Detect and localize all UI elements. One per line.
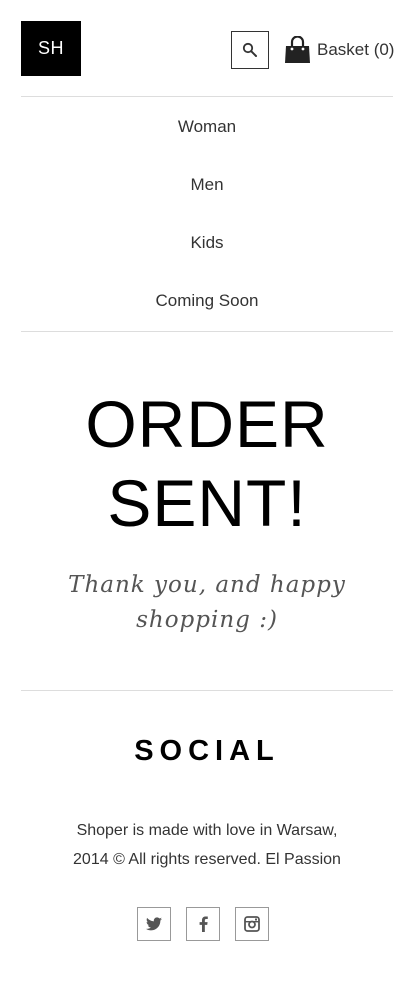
twitter-icon (146, 917, 162, 931)
social-heading: SOCIAL (134, 735, 280, 767)
nav-item-woman[interactable]: Woman (0, 98, 414, 156)
footer-divider (21, 690, 393, 691)
nav-item-label: Men (190, 175, 224, 194)
basket-label: Basket (0) (317, 40, 395, 59)
nav-item-men[interactable]: Men (0, 156, 414, 214)
footer-line-1: Shoper is made with love in Warsaw, (76, 822, 338, 839)
twitter-link[interactable] (137, 907, 171, 941)
heading-line-2: SENT! (107, 466, 307, 540)
search-button[interactable] (231, 31, 269, 69)
message-line-2: shopping :) (136, 607, 278, 633)
header-divider (21, 96, 393, 97)
nav-item-coming-soon[interactable]: Coming Soon (0, 272, 414, 330)
facebook-link[interactable] (186, 907, 220, 941)
search-icon (242, 42, 257, 57)
nav-item-label: Coming Soon (155, 291, 259, 310)
heading-line-1: ORDER (85, 387, 329, 461)
message-line-1: Thank you, and happy (68, 572, 346, 598)
logo[interactable]: SH (21, 21, 81, 76)
instagram-link[interactable] (235, 907, 269, 941)
social-links (137, 907, 269, 941)
instagram-icon (244, 916, 260, 932)
footer-line-2: 2014 © All rights reserved. El Passion (73, 851, 341, 868)
main-nav: Woman Men Kids Coming Soon (0, 98, 414, 330)
nav-item-kids[interactable]: Kids (0, 214, 414, 272)
basket-link[interactable]: Basket (0) (284, 36, 394, 64)
shopping-bag-icon (285, 36, 310, 63)
site-header: SH Basket (0) (0, 0, 414, 97)
logo-text: SH (37, 38, 64, 58)
footer-copyright: Shoper is made with love in Warsaw, 2014… (0, 816, 414, 874)
thank-you-message: Thank you, and happy shopping :) (0, 568, 414, 638)
nav-item-label: Woman (177, 117, 237, 136)
nav-item-label: Kids (190, 233, 224, 252)
nav-divider (21, 331, 393, 332)
order-sent-heading: ORDER SENT! (0, 385, 414, 543)
facebook-icon (199, 916, 208, 932)
